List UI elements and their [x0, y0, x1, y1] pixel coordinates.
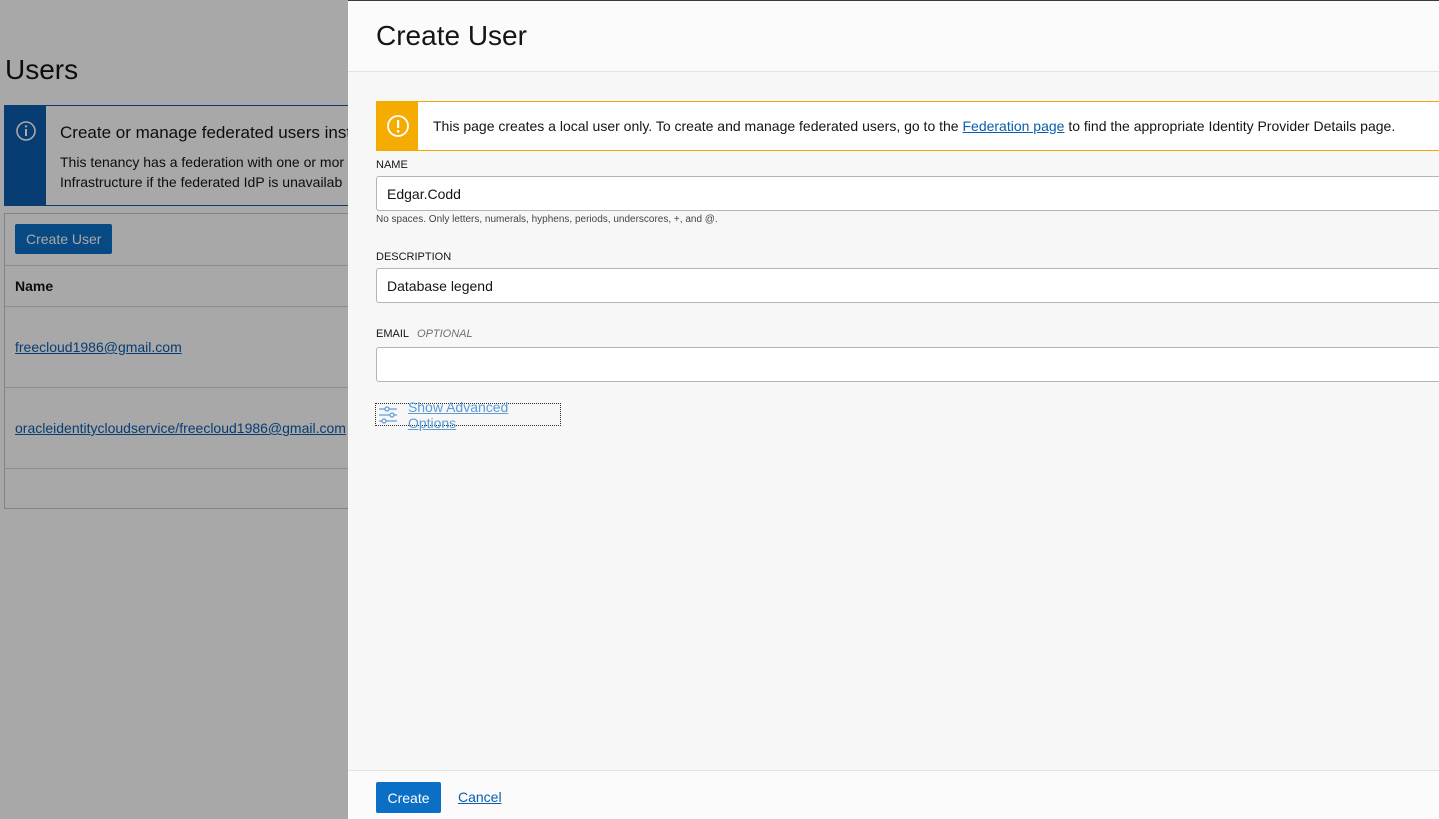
warning-prefix: This page creates a local user only. To … — [433, 118, 959, 134]
warning-text: This page creates a local user only. To … — [433, 118, 1395, 134]
email-label-text: EMAIL — [376, 328, 410, 340]
drawer-title: Create User — [376, 20, 527, 51]
drawer-footer: Create Cancel — [348, 770, 1439, 819]
warning-suffix: to find the appropriate Identity Provide… — [1068, 118, 1396, 134]
description-label: DESCRIPTION — [376, 251, 452, 263]
email-input[interactable] — [376, 347, 1439, 382]
warning-icon — [387, 115, 409, 137]
name-input[interactable] — [376, 176, 1439, 211]
federation-page-link[interactable]: Federation page — [962, 118, 1064, 134]
warning-bar — [377, 102, 418, 150]
local-user-warning: This page creates a local user only. To … — [376, 101, 1439, 151]
email-optional-tag: OPTIONAL — [417, 328, 473, 340]
create-button[interactable]: Create — [376, 782, 441, 813]
drawer-header: Create User — [348, 1, 1439, 72]
name-label: NAME — [376, 159, 408, 171]
email-label: EMAIL OPTIONAL — [376, 328, 473, 340]
create-user-drawer: Create User This page creates a local us… — [348, 0, 1439, 819]
name-help-text: No spaces. Only letters, numerals, hyphe… — [376, 214, 718, 225]
cancel-link[interactable]: Cancel — [458, 789, 502, 805]
description-input[interactable] — [376, 268, 1439, 303]
sliders-icon — [378, 405, 397, 424]
show-advanced-options-link[interactable]: Show Advanced Options — [375, 399, 561, 431]
advanced-options-label: Show Advanced Options — [407, 398, 509, 431]
